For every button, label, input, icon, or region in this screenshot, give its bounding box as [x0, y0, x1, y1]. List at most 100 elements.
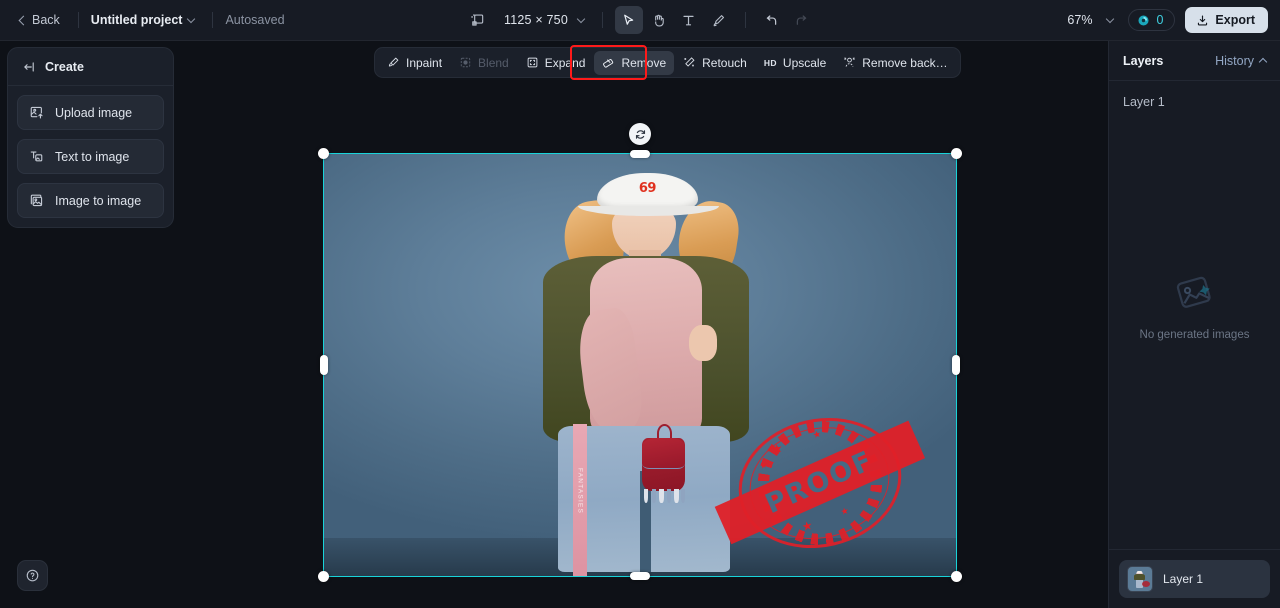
inpaint-label: Inpaint — [406, 55, 443, 70]
top-bar-right-group: 67% 0 Export — [1067, 7, 1268, 33]
image-to-image-icon — [30, 194, 43, 207]
jeans-stripe-text: FANTASIES — [576, 467, 584, 514]
canvas-image[interactable]: 69 FANTASIES ★ ★ ★ ★ ★ ★ PROOF — [323, 153, 957, 577]
image-selection[interactable]: 69 FANTASIES ★ ★ ★ ★ ★ ★ PROOF — [318, 123, 962, 582]
bag-tassel — [674, 489, 679, 504]
thumbnail-jacket — [1134, 573, 1146, 581]
chevron-up-icon — [1258, 57, 1268, 67]
frame-size-icon[interactable] — [464, 7, 490, 33]
inpaint-button[interactable]: Inpaint — [379, 51, 450, 75]
select-tool[interactable] — [614, 6, 643, 34]
project-menu-button[interactable] — [182, 13, 200, 28]
upload-image-button[interactable]: Upload image — [17, 95, 164, 130]
back-button-label: Back — [32, 13, 60, 27]
hd-badge-icon: HD — [763, 57, 777, 68]
credit-coin-icon — [1138, 14, 1149, 26]
resize-handle-left[interactable] — [320, 355, 328, 375]
retouch-sparkle-icon — [684, 57, 695, 67]
remove-background-button[interactable]: Remove back… — [835, 51, 955, 75]
zoom-dropdown-button[interactable] — [1102, 14, 1118, 27]
upscale-button[interactable]: HD Upscale — [756, 51, 834, 75]
image-editor-app: Back Untitled project Autosaved 1125 × 7… — [0, 0, 1280, 608]
export-button-label: Export — [1215, 13, 1255, 27]
canvas-size-value[interactable]: 1125 × 750 — [504, 13, 568, 27]
rotate-handle[interactable] — [629, 123, 651, 145]
divider — [212, 12, 214, 28]
zoom-level[interactable]: 67% — [1067, 13, 1092, 27]
create-panel-header[interactable]: Create — [8, 48, 173, 86]
chevron-down-icon — [1106, 14, 1115, 23]
retouch-button[interactable]: Retouch — [675, 51, 755, 75]
tool-group — [614, 6, 733, 34]
inpaint-brush-icon — [388, 57, 399, 67]
pan-tool[interactable] — [645, 6, 673, 34]
autosave-status: Autosaved — [225, 13, 285, 27]
layer-name: Layer 1 — [1163, 572, 1204, 586]
upload-image-label: Upload image — [55, 105, 133, 120]
divider — [77, 12, 79, 28]
text-to-image-button[interactable]: Text to image — [17, 139, 164, 174]
bag-tassel — [659, 489, 664, 504]
credits-count: 0 — [1156, 13, 1164, 27]
thumbnail-watermark — [1141, 580, 1151, 588]
remove-button[interactable]: Remove — [594, 50, 675, 75]
layers-panel: Layers History Layer 1 No generated imag… — [1108, 41, 1280, 608]
edit-toolbar: Inpaint Blend Expand Remove Retouch HD U… — [374, 47, 961, 78]
resize-handle-top-left[interactable] — [318, 148, 329, 159]
question-mark-icon — [26, 569, 39, 582]
layer-row[interactable]: Layer 1 — [1119, 560, 1270, 598]
chevron-down-icon — [576, 14, 586, 23]
divider — [1109, 549, 1280, 550]
text-to-image-icon — [30, 151, 43, 162]
undo-button[interactable] — [758, 6, 786, 34]
cap-number: 69 — [638, 181, 657, 197]
upload-image-icon — [30, 106, 43, 119]
jeans-side-stripe: FANTASIES — [573, 424, 588, 576]
export-button[interactable]: Export — [1185, 7, 1268, 33]
history-group — [758, 6, 816, 34]
credits-badge[interactable]: 0 — [1128, 9, 1176, 31]
remove-background-label: Remove back… — [862, 55, 948, 70]
layers-panel-tabs: Layers History — [1109, 41, 1280, 81]
text-tool[interactable] — [675, 6, 703, 34]
layers-empty-text: No generated images — [1139, 329, 1250, 341]
blend-button[interactable]: Blend — [451, 51, 517, 75]
expand-label: Expand — [544, 55, 586, 70]
tab-history-label: History — [1215, 54, 1254, 68]
resize-handle-bottom-right[interactable] — [951, 571, 962, 582]
redo-button[interactable] — [788, 6, 816, 34]
canvas-size-dropdown-button[interactable] — [572, 13, 590, 28]
rotate-refresh-icon — [635, 129, 645, 139]
chevron-down-icon — [187, 14, 196, 23]
bag-tassel — [680, 489, 685, 504]
image-to-image-label: Image to image — [55, 193, 142, 208]
download-icon — [1198, 15, 1208, 25]
bag-tassel — [651, 489, 656, 504]
back-button[interactable]: Back — [14, 9, 66, 31]
resize-handle-right[interactable] — [952, 355, 960, 375]
retouch-label: Retouch — [702, 55, 747, 70]
image-to-image-button[interactable]: Image to image — [17, 183, 164, 218]
resize-handle-top-right[interactable] — [951, 148, 962, 159]
resize-handle-bottom-left[interactable] — [318, 571, 329, 582]
resize-handle-bottom[interactable] — [630, 572, 650, 580]
right-hand — [689, 324, 718, 362]
layer-thumbnail — [1127, 566, 1153, 592]
chevron-left-icon — [18, 15, 29, 25]
blend-icon — [460, 57, 471, 68]
layers-section-label: Layer 1 — [1123, 95, 1165, 109]
eraser-icon — [603, 59, 614, 68]
text-to-image-label: Text to image — [55, 149, 130, 164]
project-name[interactable]: Untitled project — [91, 13, 183, 27]
canvas-stage[interactable]: 69 FANTASIES ★ ★ ★ ★ ★ ★ PROOF — [0, 41, 1280, 608]
top-bar: Back Untitled project Autosaved 1125 × 7… — [0, 0, 1280, 41]
brush-tool[interactable] — [705, 6, 733, 34]
expand-button[interactable]: Expand — [518, 51, 594, 75]
top-bar-center-group: 1125 × 750 — [464, 6, 816, 34]
create-panel-title: Create — [45, 60, 84, 74]
resize-handle-top[interactable] — [630, 150, 650, 158]
tab-history[interactable]: History — [1215, 54, 1268, 68]
help-button[interactable] — [17, 560, 48, 591]
tab-layers[interactable]: Layers — [1123, 54, 1163, 68]
bag-flap — [642, 438, 685, 469]
